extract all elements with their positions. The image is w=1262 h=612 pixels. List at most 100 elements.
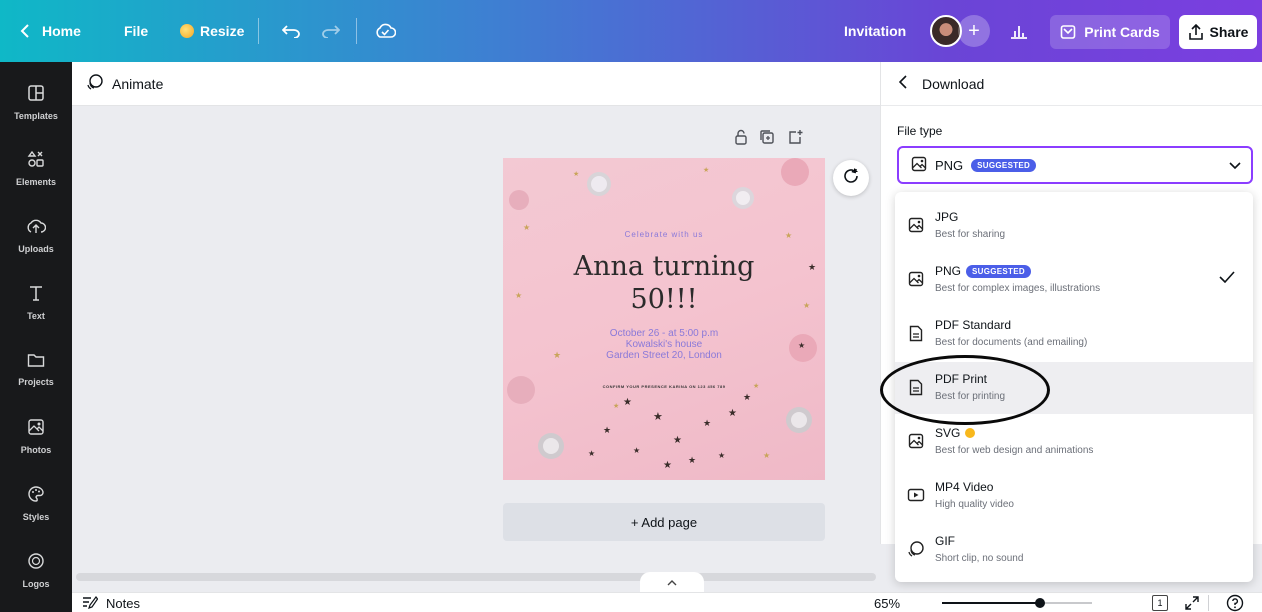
download-panel-header: Download [881, 62, 1262, 106]
add-page-button[interactable]: + Add page [503, 503, 825, 541]
option-name: JPG [935, 210, 958, 224]
animate-button[interactable]: Animate [86, 73, 163, 94]
animate-toolbar: Animate [72, 62, 880, 106]
video-icon [907, 486, 925, 504]
sidebar-item-text[interactable]: Text [0, 272, 72, 332]
file-type-option-png[interactable]: PNG SUGGESTED Best for complex images, i… [895, 254, 1253, 306]
svg-text:★: ★ [673, 435, 682, 446]
option-description: Best for complex images, illustrations [935, 283, 1101, 294]
refresh-design-button[interactable] [833, 160, 869, 196]
duplicate-page-button[interactable] [756, 128, 778, 150]
option-name: MP4 Video [935, 480, 993, 494]
card-confirm-text: CONFIRM YOUR PRESENCE KARINA ON 123 456 … [602, 384, 726, 389]
lock-button[interactable] [730, 128, 752, 150]
chevron-left-icon [898, 75, 908, 92]
fullscreen-button[interactable] [1184, 595, 1200, 612]
image-icon [907, 216, 925, 234]
zoom-level[interactable]: 65% [874, 593, 900, 612]
resize-button[interactable]: Resize [180, 0, 244, 62]
image-icon [907, 432, 925, 450]
file-type-option-jpg[interactable]: JPG Best for sharing [895, 200, 1253, 252]
file-type-option-pdf-standard[interactable]: PDF Standard Best for documents (and ema… [895, 308, 1253, 360]
text-icon [27, 284, 45, 307]
cloud-check-icon [374, 23, 396, 39]
file-type-option-pdf-print[interactable]: PDF Print Best for printing [895, 362, 1253, 414]
invitation-card[interactable]: ★ ★ ★ ★ ★ ★ ★ ★ ★ ★ ★ ★ ★ ★ ★ ★ ★ ★ ★ ★ ★ ★ ★ ★ Cele… [503, 158, 825, 480]
sidebar-item-photos[interactable]: Photos [0, 406, 72, 466]
logos-icon [27, 552, 45, 575]
refresh-icon [842, 167, 860, 190]
sidebar-item-uploads[interactable]: Uploads [0, 205, 72, 265]
checkmark-icon [1219, 270, 1235, 288]
insights-button[interactable] [1010, 0, 1028, 62]
option-name-text: PDF Standard [935, 318, 1012, 332]
chevron-up-icon [667, 577, 677, 589]
back-button[interactable] [898, 75, 908, 92]
notes-button[interactable]: Notes [82, 593, 140, 612]
svg-text:★: ★ [603, 425, 611, 435]
help-icon [1226, 594, 1244, 612]
sidebar-item-logos[interactable]: Logos [0, 540, 72, 600]
document-title-label: Invitation [844, 23, 907, 39]
option-description: Best for sharing [935, 229, 1006, 240]
sidebar-item-label: Projects [18, 376, 54, 387]
top-bar: Home File Resize Invitation + Print Card… [0, 0, 1262, 62]
help-button[interactable] [1226, 594, 1244, 612]
file-type-option-gif[interactable]: GIF Short clip, no sound [895, 524, 1253, 576]
option-description: Best for printing [935, 391, 1006, 402]
sidebar-item-label: Uploads [18, 243, 54, 254]
home-button[interactable]: Home [20, 0, 81, 62]
sidebar-item-projects[interactable]: Projects [0, 339, 72, 399]
option-name: PDF Print [935, 372, 987, 386]
svg-text:★: ★ [728, 408, 737, 419]
document-icon [907, 324, 925, 342]
file-type-option-svg[interactable]: SVG Best for web design and animations [895, 416, 1253, 468]
page-count-button[interactable]: 1 [1152, 595, 1168, 611]
undo-icon [282, 24, 300, 38]
horizontal-scrollbar[interactable] [72, 570, 880, 584]
suggested-badge: SUGGESTED [971, 158, 1037, 172]
gif-icon [907, 540, 925, 558]
home-label: Home [42, 23, 81, 39]
document-icon [907, 378, 925, 396]
undo-button[interactable] [282, 0, 300, 62]
option-name: SVG [935, 426, 976, 440]
document-title[interactable]: Invitation [844, 0, 906, 62]
sidebar-item-templates[interactable]: Templates [0, 72, 72, 132]
share-button[interactable]: Share [1179, 15, 1257, 49]
redo-button[interactable] [322, 0, 340, 62]
file-type-select[interactable]: PNG SUGGESTED [897, 146, 1253, 184]
card-details-line: Kowalski's house [625, 339, 703, 350]
plus-icon: + [968, 19, 980, 42]
add-page-icon-button[interactable] [784, 128, 806, 150]
crown-icon [180, 24, 194, 38]
sidebar-item-styles[interactable]: Styles [0, 473, 72, 533]
share-label: Share [1209, 24, 1249, 40]
zoom-slider[interactable] [942, 598, 1092, 608]
show-pages-toggle[interactable] [640, 572, 704, 594]
card-details-line: October 26 - at 5:00 p.m [609, 328, 719, 339]
print-cards-button[interactable]: Print Cards [1050, 15, 1170, 49]
file-menu-button[interactable]: File [124, 0, 148, 62]
svg-text:★: ★ [703, 418, 711, 428]
palette-icon [27, 485, 45, 508]
sidebar-item-elements[interactable]: Elements [0, 138, 72, 198]
confetti-decoration: ★★ ★★ ★★ ★★ ★ ★ ★★ ★★ ★★ ★★ ★★ ★★ ★★ [507, 158, 817, 471]
svg-text:★: ★ [653, 411, 663, 423]
file-type-selected-value: PNG [935, 157, 964, 173]
invite-button[interactable]: + [958, 15, 990, 47]
notes-icon [82, 595, 99, 612]
crown-icon [965, 428, 976, 438]
cloud-saved-button[interactable] [374, 0, 396, 62]
print-cards-label: Print Cards [1084, 24, 1160, 40]
file-type-label: File type [897, 124, 943, 138]
scrollbar-thumb[interactable] [76, 573, 876, 581]
lock-icon [734, 129, 748, 150]
sidebar-item-label: Text [27, 310, 45, 321]
zoom-slider-knob[interactable] [1034, 598, 1045, 608]
svg-text:★: ★ [718, 451, 725, 460]
file-type-option-mp4[interactable]: MP4 Video High quality video [895, 470, 1253, 522]
option-name: PNG SUGGESTED [935, 264, 1031, 278]
duplicate-icon [759, 129, 775, 150]
redo-icon [322, 24, 340, 38]
